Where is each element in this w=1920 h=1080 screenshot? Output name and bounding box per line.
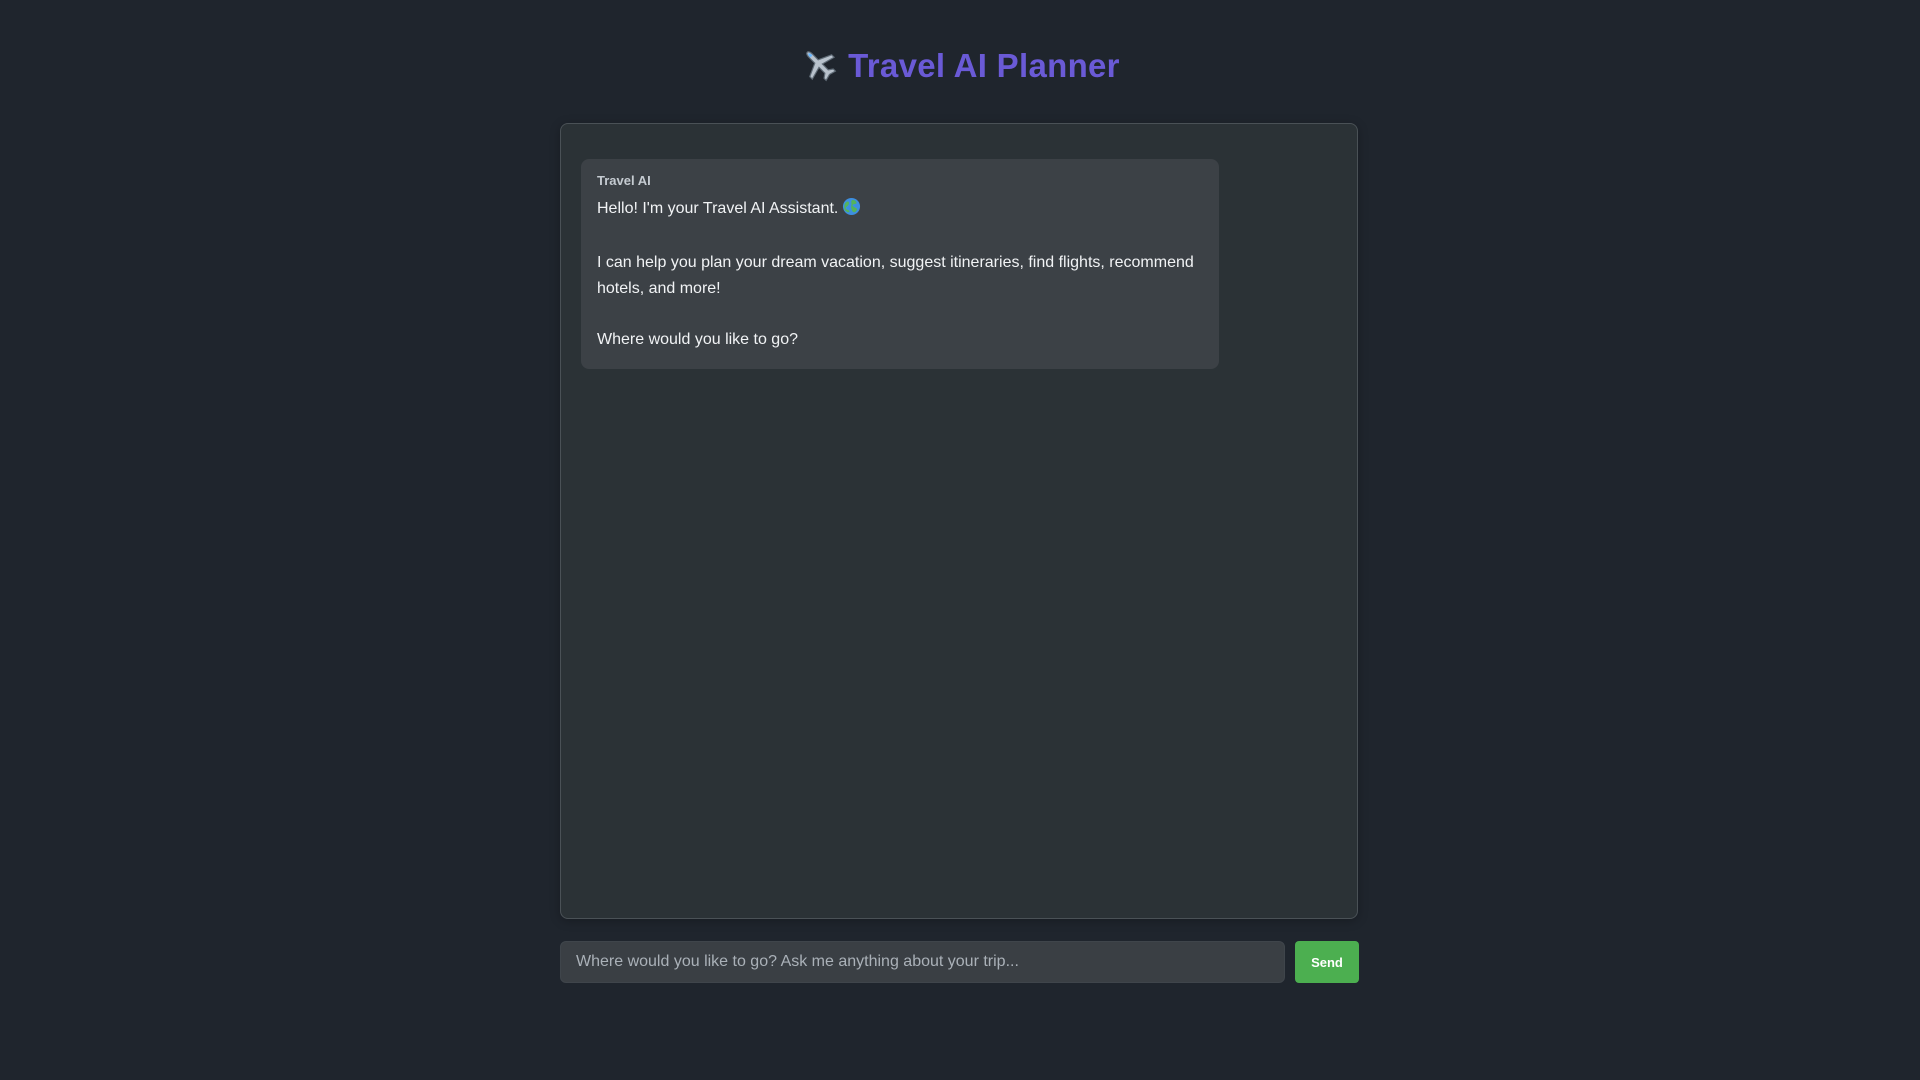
message-sender: Travel AI: [597, 173, 651, 188]
message-line: Where would you like to go?: [597, 330, 798, 348]
page-title-text: Travel AI Planner: [848, 47, 1120, 84]
travel-ai-planner-app: Travel AI Planner Travel AI Hello! I'm y…: [0, 0, 1920, 1080]
globe-icon: [842, 197, 861, 225]
message-line: I can help you plan your dream vacation,…: [597, 254, 1194, 297]
send-button[interactable]: Send: [1295, 941, 1359, 983]
chat-window[interactable]: Travel AI Hello! I'm your Travel AI Assi…: [560, 123, 1358, 919]
airplane-icon: [800, 45, 838, 94]
message-line: Hello! I'm your Travel AI Assistant.: [597, 196, 1203, 225]
page-title: Travel AI Planner: [0, 44, 1920, 94]
assistant-message: Travel AI Hello! I'm your Travel AI Assi…: [581, 159, 1219, 369]
chat-input[interactable]: [560, 941, 1285, 983]
message-composer: Send: [560, 941, 1359, 983]
message-greeting-text: Hello! I'm your Travel AI Assistant.: [597, 200, 839, 217]
